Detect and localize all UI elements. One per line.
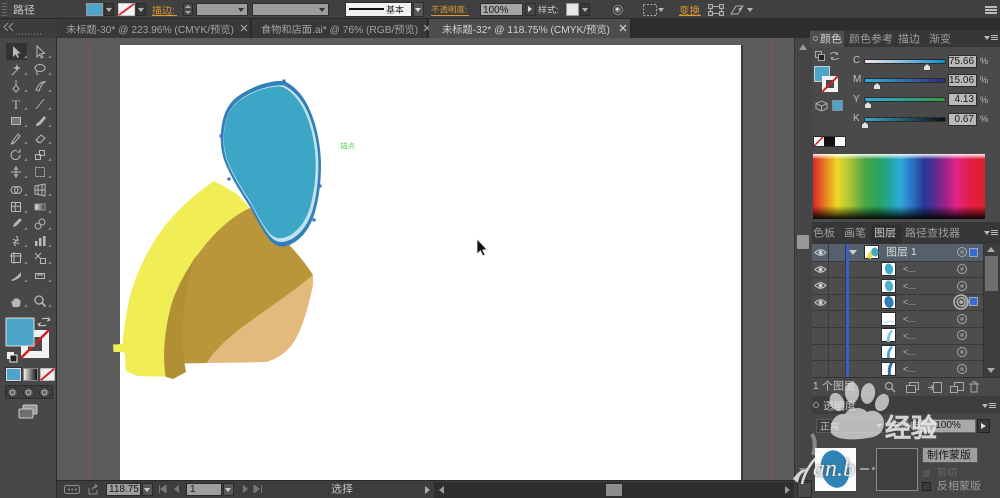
svg-text:T: T [12, 97, 20, 111]
